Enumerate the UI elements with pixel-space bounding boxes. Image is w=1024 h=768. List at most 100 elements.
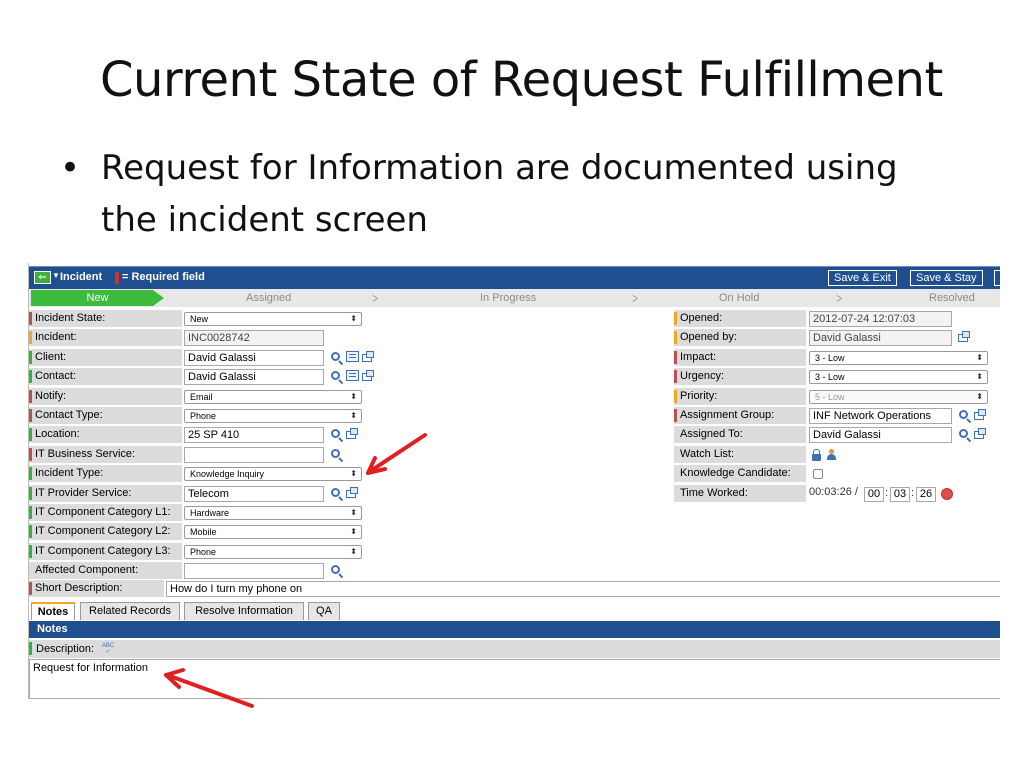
flow-step-new: New — [31, 290, 164, 306]
save-stay-button[interactable]: Save & Stay — [910, 270, 983, 286]
field-label-contact: Contact: — [29, 368, 182, 386]
select-arrows-icon: ⬍ — [350, 411, 357, 420]
back-arrow-icon[interactable]: ⇐ — [34, 271, 51, 284]
link-icon[interactable] — [974, 409, 986, 420]
search-icon[interactable] — [330, 370, 344, 385]
more-button[interactable] — [994, 270, 1000, 286]
select-arrows-icon: ⬍ — [350, 469, 357, 479]
field-it-provider-service-input[interactable]: Telecom — [184, 485, 324, 502]
field-label-affected-component: Affected Component: — [29, 562, 182, 580]
time-worked-total: 00:03:26 / — [809, 485, 858, 498]
field-label-opened-by: Opened by: — [674, 329, 806, 347]
field-label-incident-type: Incident Type: — [29, 465, 182, 483]
search-icon[interactable] — [958, 409, 972, 424]
select-arrows-icon: ⬍ — [350, 508, 357, 517]
flow-step-on-hold: On Hold — [719, 292, 760, 304]
bullet-marker: • — [60, 148, 81, 188]
search-icon[interactable] — [330, 428, 344, 443]
field-label-watch-list: Watch List: — [674, 445, 806, 463]
field-notify-select[interactable]: Email ⬍ — [184, 389, 362, 404]
field-assignment-group-input[interactable]: INF Network Operations — [809, 408, 952, 424]
card-icon[interactable] — [346, 370, 359, 382]
flow-step-assigned: Assigned — [246, 292, 292, 304]
tab-notes[interactable]: Notes — [31, 602, 75, 620]
process-flow: New Assigned > In Progress > On Hold > R… — [29, 289, 1000, 307]
field-incident-state-select[interactable]: New ⬍ — [184, 312, 362, 326]
flow-step-resolved: Resolved — [929, 292, 975, 304]
field-affected-component-input[interactable] — [184, 563, 324, 580]
field-assigned-to-input[interactable]: David Galassi — [809, 427, 952, 444]
context-menu-caret-icon[interactable]: ▼ — [52, 271, 60, 280]
stop-timer-icon[interactable] — [941, 487, 953, 500]
mandatory-marker — [29, 582, 32, 595]
field-impact-select[interactable]: 3 - Low ⬍ — [809, 350, 988, 365]
link-icon[interactable] — [362, 370, 374, 382]
tab-related-records[interactable]: Related Records — [80, 602, 180, 620]
mandatory-marker — [674, 370, 677, 384]
field-contact-type-select[interactable]: Phone ⬍ — [184, 409, 362, 423]
field-label-impact: Impact: — [674, 348, 806, 366]
field-label-time-worked: Time Worked: — [674, 484, 806, 502]
search-icon[interactable] — [330, 448, 344, 463]
search-icon[interactable] — [330, 564, 344, 579]
field-it-component-category-l2-select[interactable]: Mobile ⬍ — [184, 525, 362, 540]
field-urgency-select[interactable]: 3 - Low ⬍ — [809, 370, 988, 385]
spell-check-icon[interactable]: ABC ✓ — [101, 643, 115, 655]
field-it-business-service-input[interactable] — [184, 446, 324, 463]
field-label-contact-type: Contact Type: — [29, 407, 182, 424]
mandatory-marker — [29, 642, 32, 655]
select-arrows-icon: ⬍ — [350, 527, 357, 537]
card-icon[interactable] — [346, 350, 359, 362]
field-label-it-component-category-l1: IT Component Category L1: — [29, 504, 182, 521]
tab-resolve-information[interactable]: Resolve Information — [184, 602, 304, 620]
tab-qa[interactable]: QA — [308, 602, 340, 620]
search-icon[interactable] — [330, 487, 344, 501]
field-client-input[interactable]: David Galassi — [184, 349, 324, 366]
link-icon[interactable] — [362, 350, 374, 362]
field-location-input[interactable]: 25 SP 410 — [184, 427, 324, 444]
required-marker — [115, 272, 119, 284]
field-opened-input: 2012-07-24 12:07:03 — [809, 311, 952, 327]
search-icon[interactable] — [958, 428, 972, 443]
notes-section-header: Notes — [29, 621, 1000, 638]
field-it-component-category-l3-select[interactable]: Phone ⬍ — [184, 544, 362, 559]
mandatory-marker — [29, 544, 32, 558]
mandatory-marker — [29, 350, 32, 364]
field-label-it-provider-service: IT Provider Service: — [29, 484, 182, 502]
required-legend: = Required field — [122, 271, 205, 283]
link-icon[interactable] — [346, 428, 358, 440]
description-label-row: Description: ABC ✓ — [29, 640, 1000, 658]
link-icon[interactable] — [974, 428, 986, 440]
time-seconds-input[interactable]: 26 — [916, 486, 936, 502]
mandatory-marker — [29, 312, 32, 325]
field-priority-select: 5 - Low ⬍ — [809, 389, 988, 404]
time-hours-input[interactable]: 00 — [864, 486, 884, 502]
select-arrows-icon: ⬍ — [976, 372, 983, 382]
select-arrows-icon: ⬍ — [976, 391, 983, 401]
mandatory-marker — [29, 370, 32, 384]
short-description-label: Short Description: — [29, 580, 164, 597]
short-description-field[interactable]: How do I turn my phone on — [166, 581, 1000, 597]
mandatory-marker — [29, 409, 32, 422]
chevron-right-icon: > — [372, 290, 378, 306]
description-textarea[interactable]: Request for Information — [29, 659, 1000, 699]
form-header-bar: ⇐ ▼ Incident = Required field Save & Exi… — [29, 266, 1000, 289]
mandatory-marker — [29, 525, 32, 539]
field-contact-input[interactable]: David Galassi — [184, 369, 324, 386]
time-minutes-input[interactable]: 03 — [890, 486, 910, 502]
field-incident-type-select[interactable]: Knowledge Inquiry ⬍ — [184, 467, 362, 482]
search-icon[interactable] — [330, 351, 344, 366]
link-icon[interactable] — [958, 331, 970, 343]
save-exit-button[interactable]: Save & Exit — [828, 270, 897, 286]
add-person-icon[interactable] — [826, 448, 837, 460]
bullet-text: Request for Information are documented u… — [101, 148, 898, 240]
lock-icon[interactable] — [812, 448, 821, 461]
link-icon[interactable] — [346, 486, 358, 498]
field-knowledge-candidate-checkbox[interactable] — [813, 469, 823, 480]
field-label-incident: Incident: — [29, 329, 182, 347]
select-arrows-icon: ⬍ — [350, 391, 357, 401]
mandatory-marker — [674, 331, 677, 345]
chevron-right-icon: > — [632, 290, 638, 306]
field-it-component-category-l1-select[interactable]: Hardware ⬍ — [184, 506, 362, 520]
mandatory-marker — [674, 409, 677, 422]
